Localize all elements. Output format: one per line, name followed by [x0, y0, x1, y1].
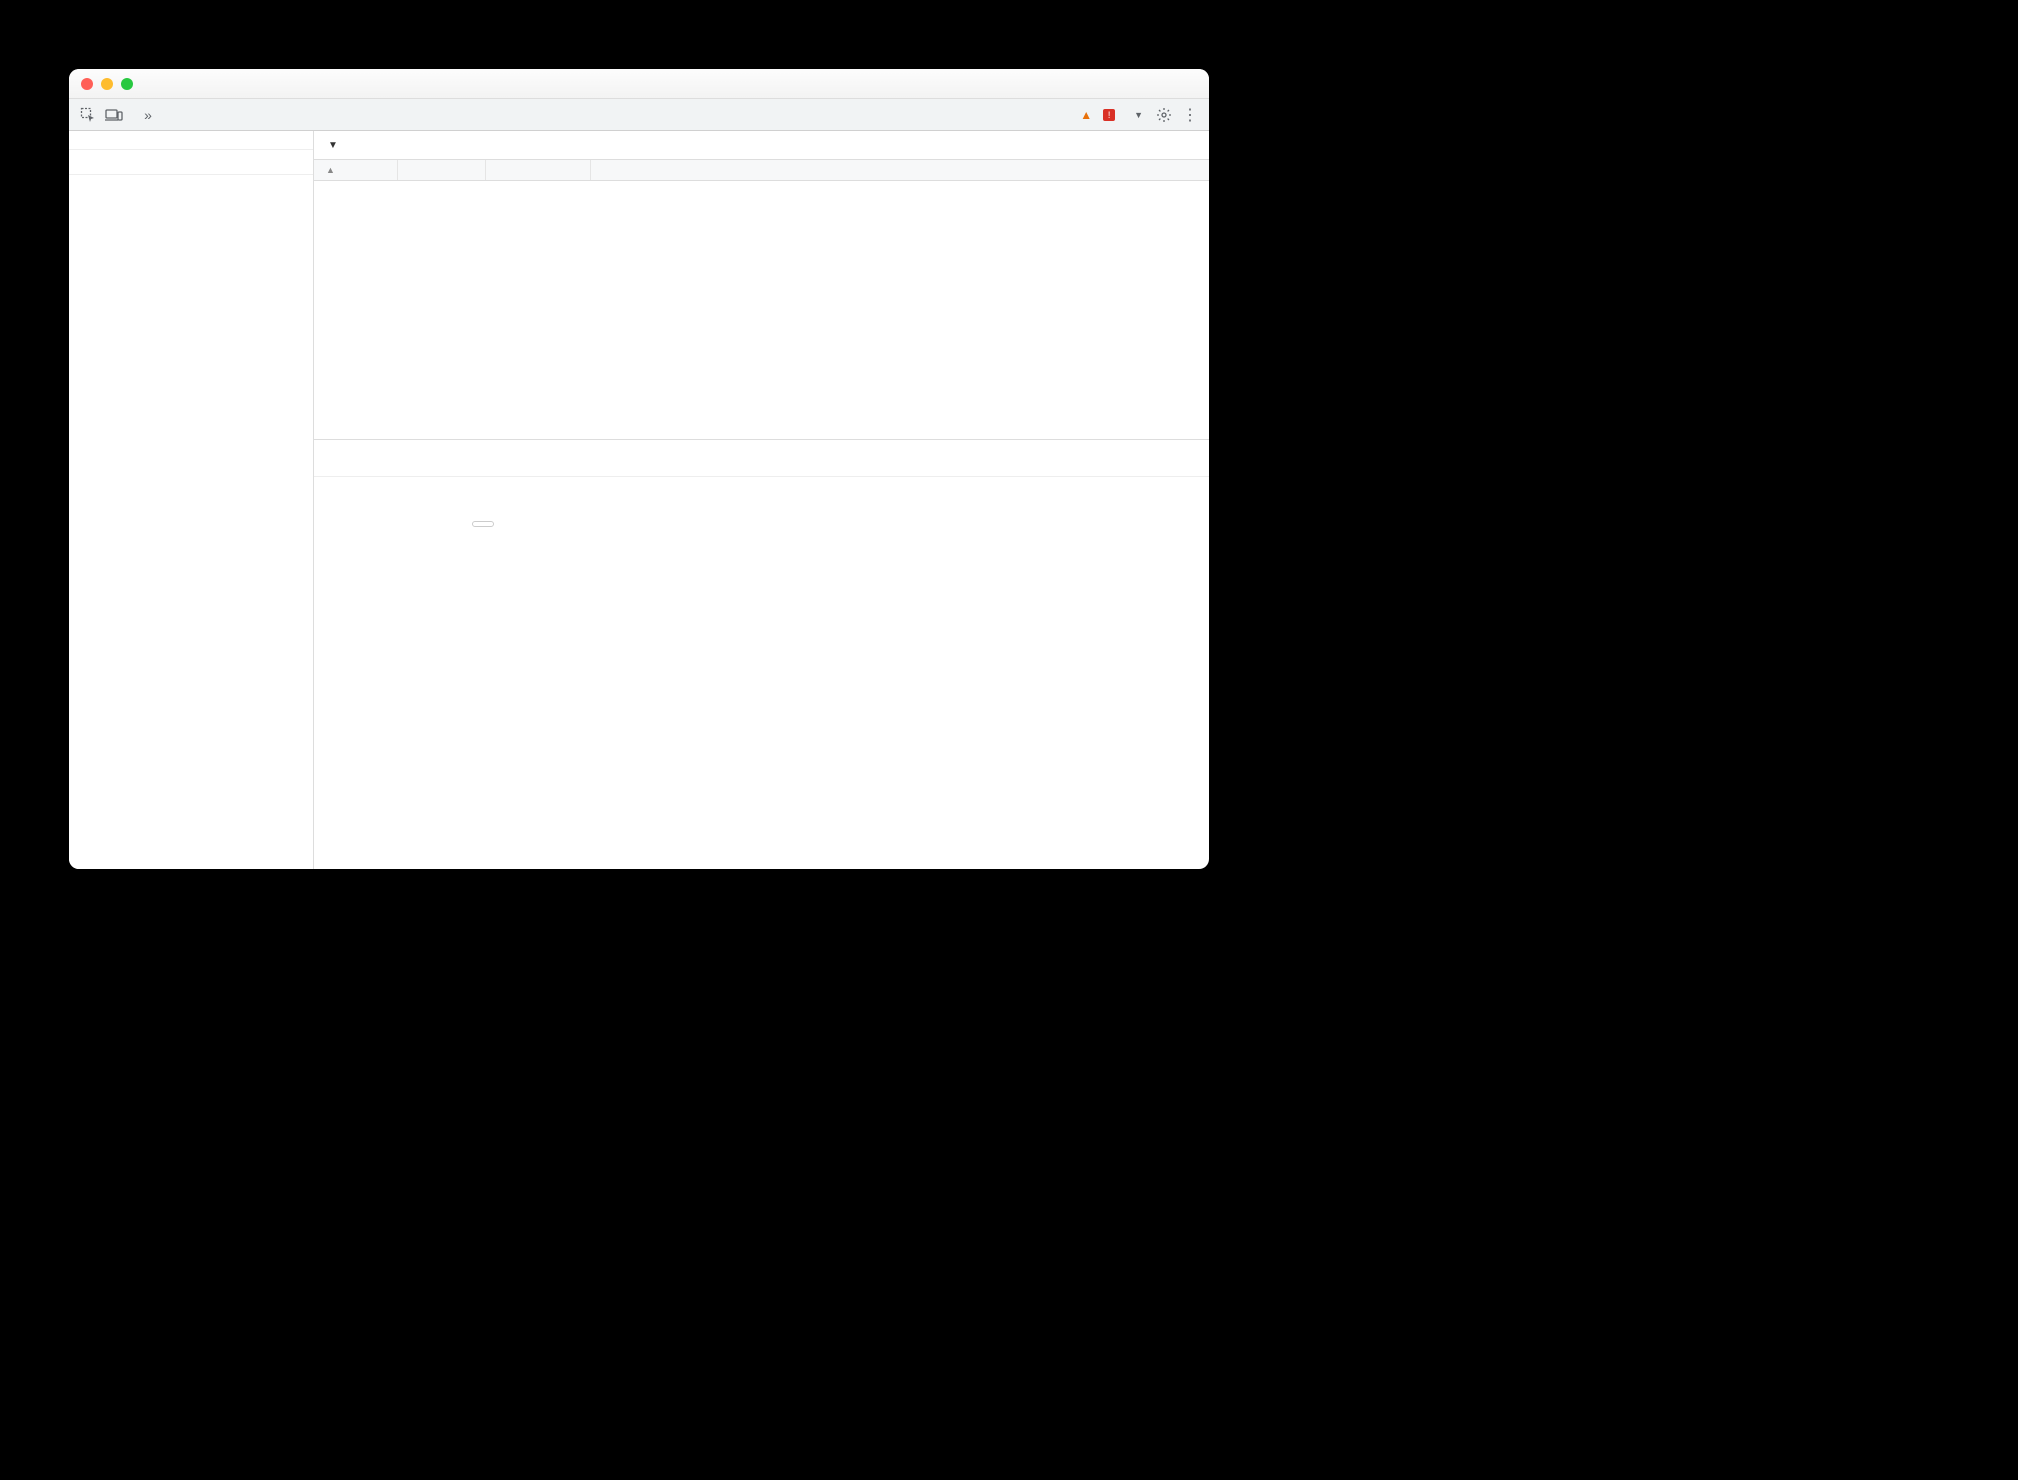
detail-action: [464, 509, 1187, 532]
table-header: ▲: [314, 160, 1209, 181]
tabbar: » ▲ ! ▼ ⋮: [69, 99, 1209, 131]
section-frames: [69, 181, 313, 193]
inspect-button[interactable]: [472, 521, 494, 527]
window-controls: [81, 78, 133, 90]
speculations-table: ▲: [314, 160, 1209, 440]
col-ruleset[interactable]: [486, 160, 591, 180]
main-panel: ▼ ▲: [314, 131, 1209, 869]
detail-panel: [314, 440, 1209, 869]
settings-icon[interactable]: [1151, 99, 1177, 131]
titlebar: [69, 69, 1209, 99]
devtools-window: » ▲ ! ▼ ⋮ ▼ ▲: [69, 69, 1209, 869]
chevron-down-icon: ▼: [328, 140, 338, 151]
col-url[interactable]: ▲: [314, 160, 398, 180]
col-status[interactable]: [591, 160, 1209, 180]
section-background: [69, 156, 313, 168]
target-selector[interactable]: ▼: [1122, 110, 1151, 120]
section-storage: [69, 131, 313, 143]
filter-bar[interactable]: ▼: [314, 131, 1209, 160]
zoom-icon[interactable]: [121, 78, 133, 90]
sidebar: [69, 131, 314, 869]
errors-badge[interactable]: !: [1099, 109, 1122, 121]
more-tabs-icon[interactable]: »: [135, 99, 161, 131]
inspect-element-icon[interactable]: [75, 99, 101, 131]
col-action[interactable]: [398, 160, 486, 180]
minimize-icon[interactable]: [101, 78, 113, 90]
device-toolbar-icon[interactable]: [101, 99, 127, 131]
kebab-menu-icon[interactable]: ⋮: [1177, 99, 1203, 131]
warnings-badge[interactable]: ▲: [1076, 108, 1099, 122]
close-icon[interactable]: [81, 78, 93, 90]
